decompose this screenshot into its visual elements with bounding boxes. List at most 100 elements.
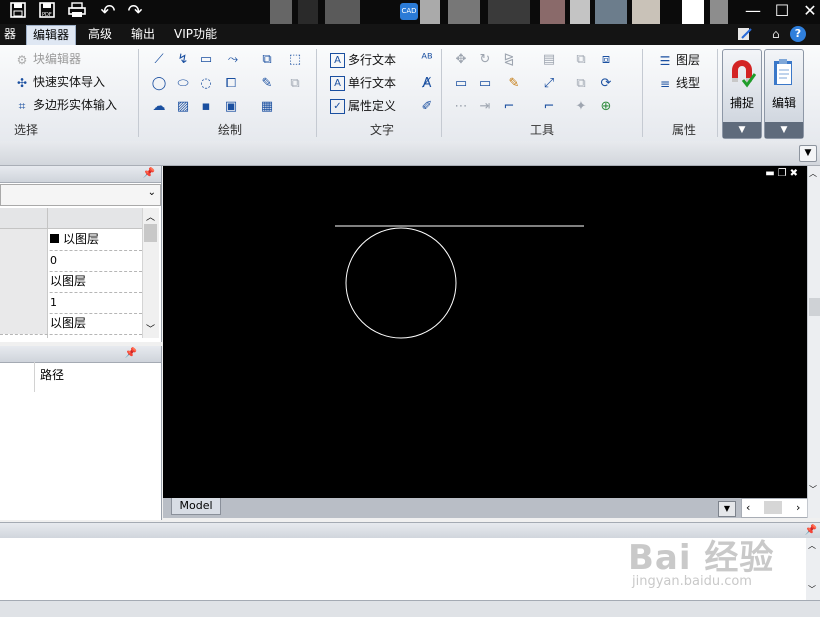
blurred-region [595,0,627,24]
point-tool-icon[interactable]: ▪ [197,98,215,116]
chevron-down-icon[interactable]: ▼ [799,145,817,162]
stretch-tool-icon[interactable]: ▭ [452,75,470,93]
block-editor-button[interactable]: ⚙ 块编辑器 [14,49,81,69]
pin-icon[interactable]: 📌 [805,523,817,539]
revision-cloud-icon[interactable]: ☁ [150,98,168,116]
menu-item-output[interactable]: 输出 [125,24,161,45]
menu-item-advanced[interactable]: 高级 [82,24,118,45]
arc-tool-icon[interactable]: ◌ [197,75,215,93]
chevron-down-icon[interactable]: ﹀ [808,584,816,595]
property-value: 以图层 [50,229,99,250]
undo-icon[interactable]: ↶ [98,2,118,22]
chevron-down-icon[interactable]: ﹀ [146,322,155,335]
menu-item-editor[interactable]: 编辑器 [26,25,77,46]
drawing-canvas[interactable]: ▬❐✖ [163,166,807,498]
maximize-button[interactable]: ☐ [767,0,797,24]
quick-entity-import-button[interactable]: ✣ 快速实体导入 [14,72,105,92]
text-style-icon[interactable]: ᴬᴮ [418,51,436,69]
scroll-right-icon[interactable]: › [796,499,800,517]
menu-item-vip[interactable]: VIP功能 [168,24,223,45]
tab-model[interactable]: Model [171,498,221,515]
table-row[interactable]: 以图层 [0,313,142,335]
chevron-down-icon[interactable]: ▼ [723,122,761,138]
polygon-entity-input-button[interactable]: ⌗ 多边形实体输入 [14,95,117,115]
copy-tool-icon[interactable]: ⧠ [222,75,240,93]
property-value: 1 [50,296,57,309]
chamfer-tool-icon[interactable]: ⌐ [540,98,558,116]
path-column-header[interactable]: 路径 [40,366,64,383]
link-tool-icon[interactable]: ⟳ [597,75,615,93]
ellipse-tool-icon[interactable]: ⬭ [174,75,192,93]
attribute-definition-button[interactable]: ✓ 属性定义 [330,96,396,116]
scrollbar-thumb[interactable] [144,224,157,242]
spline-tool-icon[interactable]: ⤳ [224,51,242,69]
polyline-tool-icon[interactable]: ↯ [174,51,192,69]
scroll-left-icon[interactable]: ‹ [746,499,750,517]
text-edit-icon[interactable]: A̸ [418,75,436,93]
multiline-text-button[interactable]: A 多行文本 [330,50,396,70]
print-icon[interactable] [67,2,87,22]
chevron-down-icon[interactable]: ▼ [718,501,736,517]
chevron-up-icon[interactable]: ︿ [808,540,816,551]
table-row[interactable]: 1 [0,292,142,314]
command-scrollbar[interactable]: ︿ ﹀ [806,538,820,600]
properties-scrollbar[interactable]: ︿ ﹀ [142,208,159,338]
pen-tool-icon[interactable]: ✎ [258,75,276,93]
edit-button[interactable]: 编辑 ▼ [764,49,804,139]
edit-notes-icon[interactable] [737,26,753,42]
paint-tool-icon[interactable]: ✎ [505,75,523,93]
chevron-down-icon: ⌄ [147,187,156,198]
canvas-window-controls[interactable]: ▬❐✖ [765,168,801,179]
close-button[interactable]: ✕ [795,0,820,24]
add-entity-icon[interactable]: ⊕ [597,98,615,116]
rectangle-tool-icon[interactable]: ▭ [197,51,215,69]
close-icon[interactable]: ✖ [790,168,801,179]
help-icon[interactable]: ? [790,26,806,42]
entity-selector-dropdown[interactable]: ⌄ [0,184,161,206]
measure-tool-icon[interactable]: ⤢ [540,75,558,93]
chevron-down-icon[interactable]: ▼ [765,122,803,138]
layer-button[interactable]: ☰ 图层 [657,50,700,70]
horizontal-scrollbar[interactable]: ‹ › [741,498,809,518]
table-row[interactable]: 0 [0,250,142,272]
hatch-tool-icon[interactable]: ▨ [174,98,192,116]
scrollbar-thumb[interactable] [809,298,820,316]
table-tool-icon[interactable]: ▦ [258,98,276,116]
extend-tool-icon: ⇥ [479,99,491,114]
chevron-up-icon[interactable]: ︿ [809,168,817,179]
linetype-button[interactable]: ≡ 线型 [657,73,700,93]
minimize-icon[interactable]: ▬ [765,168,777,179]
chevron-down-icon[interactable]: ﹀ [809,484,817,495]
pin-icon[interactable]: 📌 [143,166,155,182]
drawn-circle[interactable] [345,227,457,339]
circle-tool-icon[interactable]: ◯ [150,75,168,93]
blurred-region [710,0,728,24]
menu-item-partial[interactable]: 器 [0,24,22,45]
table-row[interactable]: 以图层 [0,271,142,293]
pin-icon[interactable]: 📌 [125,346,137,362]
fillet-tool-icon[interactable]: ⌐ [500,98,518,116]
snap-button[interactable]: 捕捉 ▼ [722,49,762,139]
scrollbar-thumb[interactable] [764,501,782,514]
chevron-up-icon[interactable]: ︿ [146,210,155,223]
table-row[interactable]: 以图层 [0,229,142,251]
document-tab-strip: ▼ [0,141,820,166]
scale-tool-icon[interactable]: ▭ [476,75,494,93]
group-separator [316,49,317,137]
attach-tool-icon[interactable]: ⧈ [597,51,615,69]
minimize-button[interactable]: — [738,0,768,24]
image-tool-icon[interactable]: ▣ [222,98,240,116]
collapse-ribbon-icon[interactable]: ⌂ [772,26,786,42]
layout-tab-bar: Model ▼ ‹ › [163,498,809,518]
vertical-scrollbar[interactable]: ︿ ﹀ [807,166,820,518]
text-pencil-icon[interactable]: ✐ [418,98,436,116]
single-line-text-button[interactable]: A 单行文本 [330,73,396,93]
save-as-icon[interactable]: PDF [37,2,57,22]
hatch-edit-icon[interactable]: ⬚ [286,51,304,69]
redo-icon[interactable]: ↷ [125,2,145,22]
insert-block-icon[interactable]: ⧉ [258,51,276,69]
group-label-tools: 工具 [529,123,554,137]
restore-icon[interactable]: ❐ [778,168,790,179]
save-icon[interactable] [8,2,28,22]
line-tool-icon[interactable]: ⟋ [150,51,168,69]
